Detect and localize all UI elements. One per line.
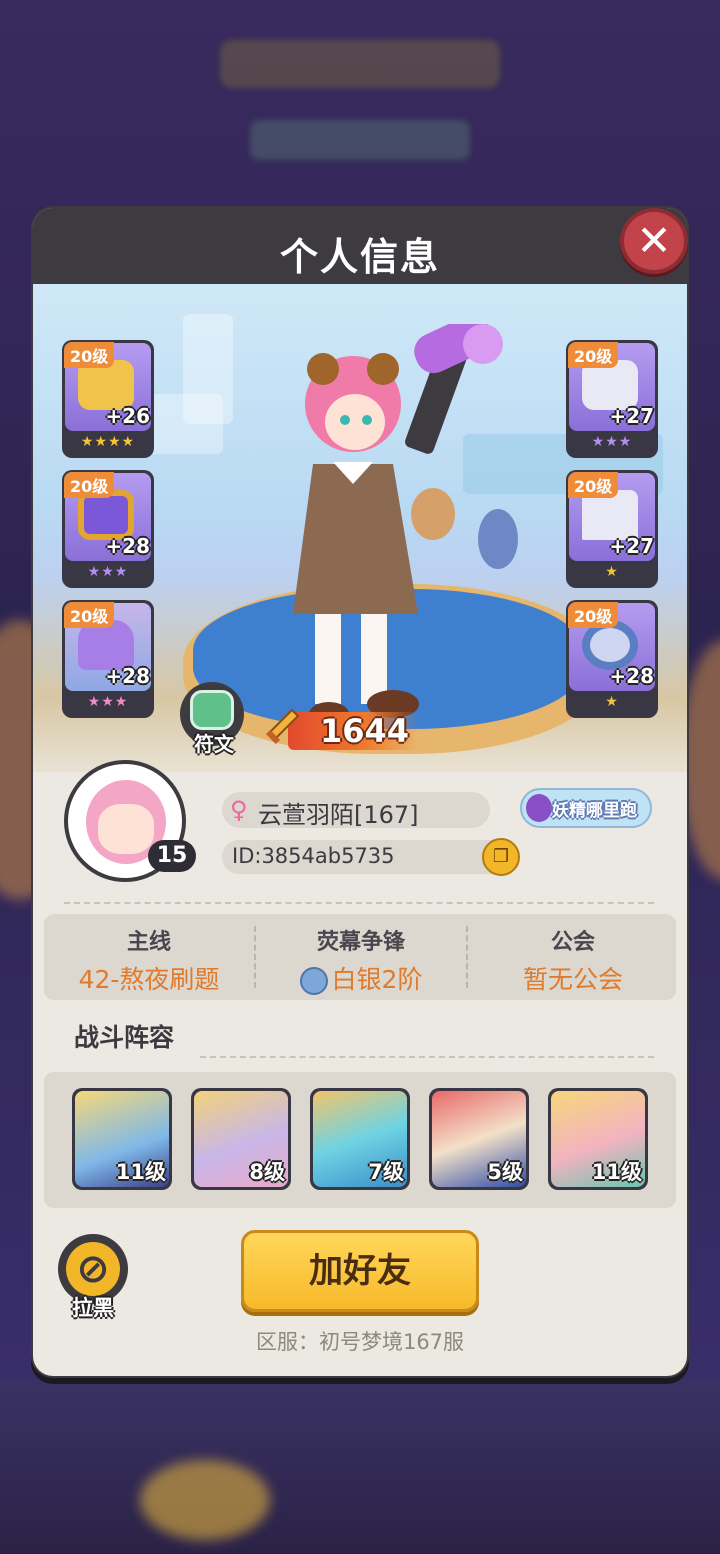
equipment-level: 20级 — [64, 602, 115, 628]
equipment-bonus: +28 — [105, 534, 150, 558]
character-illustration — [293, 324, 518, 726]
equipment-stars: ★ — [605, 564, 619, 580]
arena-rank: 白银2阶 — [331, 965, 423, 994]
equipment-bonus: +28 — [609, 664, 654, 688]
divider — [200, 1056, 654, 1058]
hero-level: 7级 — [368, 1160, 404, 1184]
equipment-stars: ★★★ — [87, 694, 129, 710]
stat-arena: 荧幕争锋 白银2阶 — [256, 914, 466, 1000]
equipment-slot-pants[interactable]: 20级 +27 ★ — [566, 470, 658, 588]
player-level-badge: 15 — [148, 840, 196, 872]
rank-silver-icon — [299, 967, 328, 995]
female-icon: ♀ — [230, 796, 248, 824]
equipment-stars: ★ — [605, 694, 619, 710]
equipment-slot-bracer[interactable]: 20级 +28 ★★★ — [62, 470, 154, 588]
player-id-field: ID:3854ab5735 — [222, 840, 512, 874]
equipment-bonus: +28 — [105, 664, 150, 688]
background-decoration — [140, 1460, 270, 1540]
background-title-banner — [220, 40, 500, 88]
stat-label: 荧幕争锋 — [316, 930, 405, 955]
rune-gem-icon — [190, 690, 234, 730]
equipment-level: 20级 — [568, 342, 619, 368]
copy-id-button[interactable]: ❐ — [482, 838, 520, 876]
combat-power: 1644 — [262, 706, 418, 752]
copy-icon: ❐ — [492, 846, 510, 867]
background-sub-banner — [250, 120, 470, 160]
team-hero-1[interactable]: 11级 — [72, 1088, 172, 1190]
team-hero-5[interactable]: 11级 — [548, 1088, 648, 1190]
equipment-level: 20级 — [64, 342, 115, 368]
stat-value: 42-熬夜刷题 — [78, 965, 220, 994]
equipment-slot-helmet[interactable]: 20级 +26 ★★★★ — [62, 340, 154, 458]
player-id: ID:3854ab5735 — [232, 844, 395, 868]
avatar-face — [98, 804, 154, 854]
equipment-stars: ★★★ — [87, 564, 129, 580]
player-name-field: ♀ 云萱羽陌[167] — [222, 792, 490, 829]
divider — [64, 902, 654, 904]
title-badge-label: 妖精哪里跑 — [552, 801, 637, 821]
equipment-bonus: +26 — [105, 404, 150, 428]
sword-icon — [265, 708, 300, 745]
stat-value: 白银2阶 — [256, 960, 466, 996]
stat-value: 暂无公会 — [522, 965, 623, 994]
background-bottom-bar — [0, 1380, 720, 1554]
hero-level: 11级 — [591, 1160, 642, 1184]
hero-level: 8级 — [249, 1160, 285, 1184]
team-hero-3[interactable]: 7级 — [310, 1088, 410, 1190]
equipment-bonus: +27 — [609, 534, 654, 558]
stat-mainline: 主线 42-熬夜刷题 — [44, 914, 254, 1000]
stat-guild: 公会 暂无公会 — [468, 914, 678, 1000]
stats-panel: 主线 42-熬夜刷题 荧幕争锋 白银2阶 公会 暂无公会 — [44, 914, 676, 1000]
equipment-slot-armor[interactable]: 20级 +27 ★★★ — [566, 340, 658, 458]
team-section-title: 战斗阵容 — [74, 1023, 175, 1052]
stat-label: 主线 — [126, 930, 171, 955]
add-friend-label: 加好友 — [309, 1251, 411, 1291]
add-friend-button[interactable]: 加好友 — [241, 1230, 479, 1312]
rune-label: 符文 — [194, 732, 234, 756]
equipment-slot-accessory[interactable]: 20级 +28 ★ — [566, 600, 658, 718]
hero-level: 5级 — [487, 1160, 523, 1184]
equipment-bonus: +27 — [609, 404, 654, 428]
team-hero-2[interactable]: 8级 — [191, 1088, 291, 1190]
equipment-slot-shoes[interactable]: 20级 +28 ★★★ — [62, 600, 154, 718]
hero-level: 11级 — [115, 1160, 166, 1184]
stat-label: 公会 — [550, 930, 595, 955]
title-badge[interactable]: 妖精哪里跑 — [520, 788, 652, 828]
combat-power-value: 1644 — [320, 712, 410, 750]
equipment-stars: ★★★ — [591, 434, 633, 450]
grape-icon — [526, 794, 552, 822]
dialog-title: 个人信息 — [279, 235, 440, 279]
server-info: 区服：初号梦境167服 — [255, 1330, 465, 1354]
equipment-stars: ★★★★ — [80, 434, 136, 450]
dialog-header: 个人信息 — [33, 208, 687, 286]
team-hero-4[interactable]: 5级 — [429, 1088, 529, 1190]
player-name: 云萱羽陌[167] — [258, 801, 419, 829]
block-label: 拉黑 — [72, 1296, 114, 1320]
equipment-level: 20级 — [568, 472, 619, 498]
close-icon: ✕ — [636, 216, 672, 265]
equipment-level: 20级 — [568, 602, 619, 628]
close-button[interactable]: ✕ — [620, 208, 688, 274]
equipment-level: 20级 — [64, 472, 115, 498]
